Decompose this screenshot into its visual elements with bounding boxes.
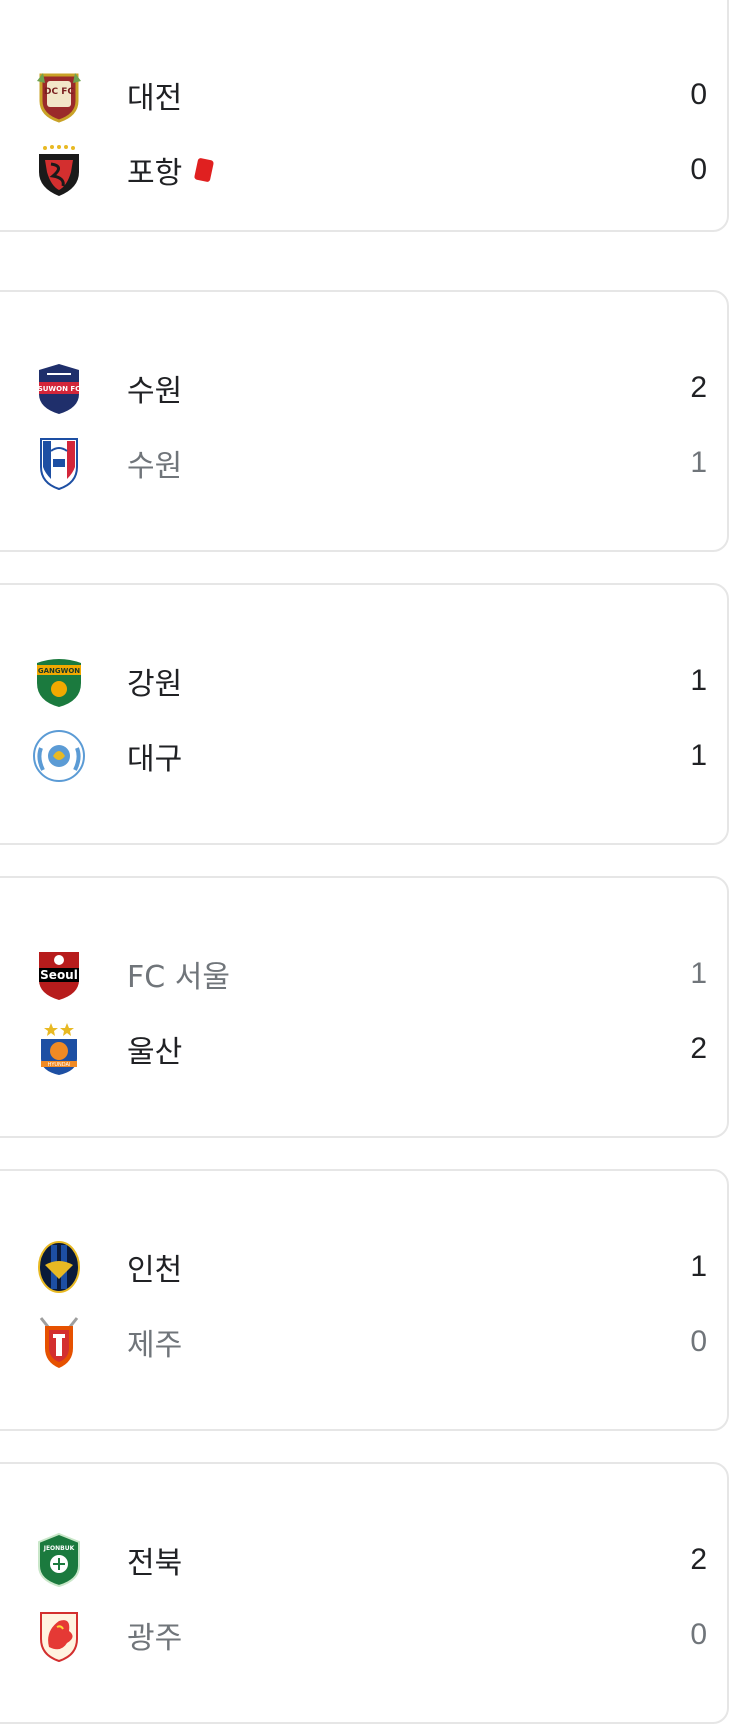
match-card[interactable] [0,583,729,845]
svg-text:SUWON FC: SUWON FC [38,385,81,393]
team-name: 전북 [127,1538,182,1582]
team-name: 수원 [127,441,182,485]
jeonbuk-crest-icon: JEONBUK [38,1532,80,1588]
team-row-home[interactable]: JEONBUK 전북 2 [0,1530,729,1590]
team-name-text: 수원 [127,374,183,409]
team-score: 0 [690,1618,707,1651]
match-card[interactable] [0,1169,729,1431]
team-score: 1 [690,957,707,990]
team-name-text: 울산 [127,1035,183,1070]
team-score: 0 [690,1325,707,1358]
match-card[interactable] [0,876,729,1138]
team-name-text: 제주 [127,1328,183,1363]
team-row-home[interactable]: SUWON FC 수원 2 [0,358,729,418]
red-card-icon [194,157,215,183]
jeju-crest-icon [39,1317,79,1368]
team-name: 인천 [127,1245,182,1289]
team-name: 포항 [127,148,215,192]
team-score: 0 [690,78,707,111]
svg-text:Seoul: Seoul [40,968,78,982]
gangwon-crest-icon: GANGWON [37,659,81,707]
team-name-text: 전북 [127,1546,183,1581]
team-row-away[interactable]: 광주 0 [0,1605,729,1665]
team-row-home[interactable]: 인천 1 [0,1237,729,1297]
team-name-text: 포항 [127,156,183,191]
team-row-away[interactable]: 포항 0 [0,140,729,200]
gwangju-crest-icon [40,1612,78,1663]
team-row-away[interactable]: 대구 1 [0,726,729,786]
incheon-crest-icon [38,1241,80,1293]
team-name-text: 강원 [127,667,183,702]
team-score: 2 [690,1032,707,1065]
team-score: 1 [690,739,707,772]
team-name: 대전 [127,73,182,117]
team-name-text: FC 서울 [127,960,230,995]
suwon-fc-crest-icon: SUWON FC [38,364,81,414]
team-name-text: 수원 [127,449,183,484]
match-card[interactable] [0,1462,729,1724]
team-row-away[interactable]: 수원 1 [0,433,729,493]
team-name: 광주 [127,1613,182,1657]
team-row-home[interactable]: GANGWON 강원 1 [0,651,729,711]
svg-text:GANGWON: GANGWON [38,667,80,675]
svg-text:DC FC: DC FC [44,87,74,97]
team-score: 1 [690,1250,707,1283]
ulsan-crest-icon: HYUNDAI [41,1023,77,1075]
pohang-crest-icon [39,145,79,196]
daegu-crest-icon [33,730,85,782]
match-card[interactable] [0,290,729,552]
team-row-home[interactable]: DC FC 대전 0 [0,65,729,125]
team-name-text: 대구 [127,742,183,777]
team-score: 1 [690,664,707,697]
svg-text:JEONBUK: JEONBUK [43,1545,75,1552]
team-name: 울산 [127,1027,182,1071]
team-name: 강원 [127,659,182,703]
suwon-samsung-crest-icon [40,438,78,491]
team-name: 대구 [127,734,182,778]
team-score: 2 [690,371,707,404]
svg-text:HYUNDAI: HYUNDAI [48,1062,71,1068]
team-name: FC 서울 [127,952,230,996]
team-name: 제주 [127,1320,182,1364]
fc-seoul-crest-icon: Seoul [39,952,79,1000]
team-score: 1 [690,446,707,479]
daejeon-crest-icon: DC FC [37,73,81,123]
team-row-away[interactable]: 제주 0 [0,1312,729,1372]
team-row-home[interactable]: Seoul FC 서울 1 [0,944,729,1004]
team-name-text: 광주 [127,1621,183,1656]
team-row-away[interactable]: HYUNDAI 울산 2 [0,1019,729,1079]
team-name: 수원 [127,366,182,410]
team-score: 2 [690,1543,707,1576]
team-score: 0 [690,153,707,186]
team-name-text: 인천 [127,1253,183,1288]
team-name-text: 대전 [127,81,183,116]
